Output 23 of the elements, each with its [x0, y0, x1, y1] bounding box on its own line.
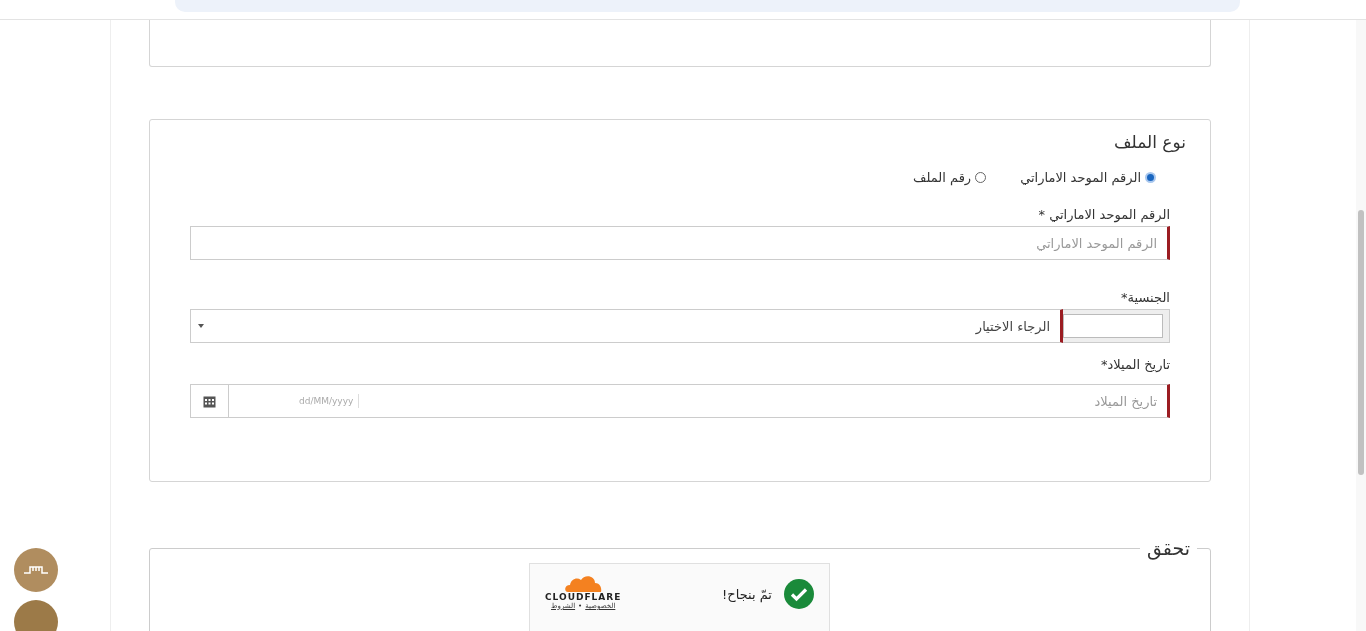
scrollbar[interactable]	[1356, 20, 1366, 631]
caret-icon	[198, 324, 204, 328]
format-hint: dd/MM/yyyy	[229, 394, 360, 408]
logo-icon[interactable]	[14, 548, 58, 592]
radio-option[interactable]: الرقم الموحد الاماراتي	[1020, 170, 1156, 185]
select-field[interactable]: الرجاء الاختيار	[190, 309, 1063, 343]
scrollbar-thumb[interactable]	[1358, 210, 1364, 475]
input-field[interactable]	[1063, 314, 1163, 338]
radio-option[interactable]: رقم الملف	[913, 170, 987, 185]
radio-icon[interactable]	[975, 172, 987, 183]
check-icon	[784, 579, 814, 609]
logo-icon[interactable]	[14, 600, 58, 631]
brand-name: CLOUDFLARE	[545, 592, 622, 602]
field-label: الجنسية*	[1120, 290, 1170, 305]
radio-icon[interactable]	[1145, 172, 1156, 183]
calendar-icon	[203, 394, 216, 408]
status-text: تمّ بنجاح!	[722, 586, 772, 602]
field-label: الرقم الموحد الاماراتي *	[1037, 207, 1170, 222]
field-label: تاريخ الميلاد*	[1099, 357, 1170, 372]
cloud-icon	[564, 574, 603, 592]
section-title: تحقق	[1146, 537, 1191, 559]
input-field[interactable]: الرقم الموحد الاماراتي	[190, 226, 1170, 260]
section-title: نوع الملف	[1112, 132, 1186, 152]
